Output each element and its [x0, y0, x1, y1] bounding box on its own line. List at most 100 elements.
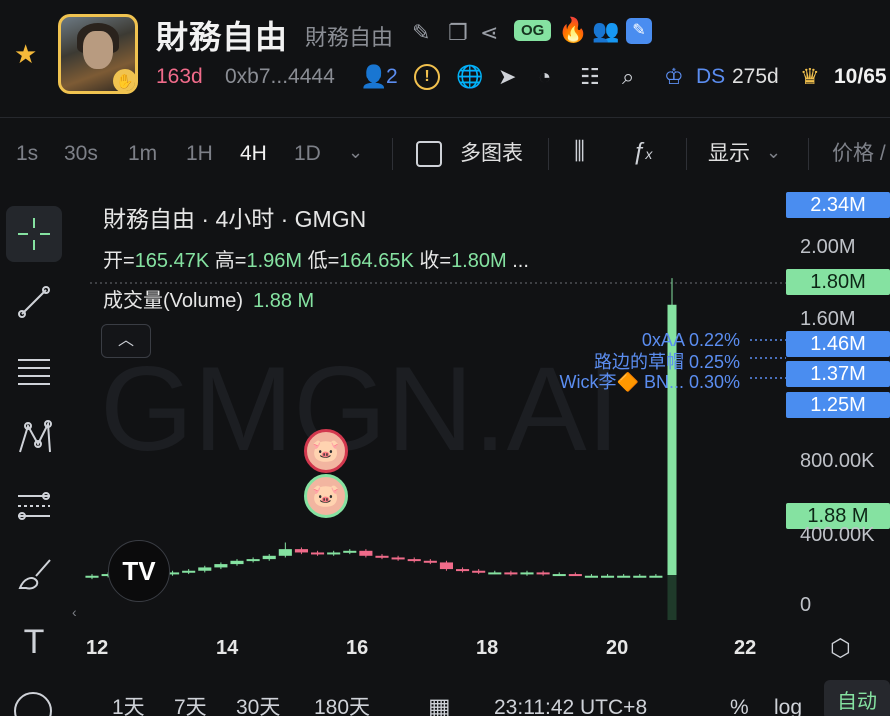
range-7d[interactable]: 7天 [174, 694, 207, 716]
toolbar-divider [392, 138, 393, 170]
hand-badge-icon: ✋ [113, 69, 135, 91]
x-tick: 18 [476, 637, 499, 659]
timeframe-4h[interactable]: 4H [240, 140, 267, 168]
edit-info-icon[interactable]: ✎ [626, 18, 652, 44]
og-badge: OG [514, 20, 552, 41]
candle [182, 570, 196, 573]
low-value: 164.65K [339, 250, 414, 272]
telegram-icon[interactable]: ➤ [498, 62, 516, 92]
analytics-icon[interactable]: ◔ [538, 62, 551, 92]
price-label-annotation: 1.46M [786, 331, 890, 357]
x-tick: 16 [346, 637, 369, 659]
multi-chart-label[interactable]: 多图表 [460, 140, 523, 168]
candle [407, 559, 421, 562]
timeframe-dropdown-icon[interactable]: ⌄ [348, 142, 363, 163]
copy-icon[interactable]: ❐ [448, 20, 468, 46]
chef-hat-icon: ♔ [664, 64, 684, 89]
auto-scale-toggle[interactable]: 自动 [824, 680, 890, 716]
timeframe-1m[interactable]: 1m [128, 140, 157, 168]
price-label-current: 1.80M [786, 269, 890, 295]
token-name: 財務自由 [156, 19, 289, 55]
volume-value: 1.88 M [253, 290, 315, 312]
axis-tick: 400.00K [800, 524, 875, 546]
candle [520, 572, 534, 575]
candle [359, 550, 373, 556]
candle [278, 549, 292, 556]
watermark: GMGN.AI [100, 342, 620, 476]
candle [198, 567, 212, 571]
candle [294, 549, 308, 553]
percent-toggle[interactable]: % [730, 694, 749, 716]
x-tick: 20 [606, 637, 629, 659]
axis-tick: 1.60M [800, 308, 856, 330]
candle [85, 575, 99, 578]
x-tick: 22 [734, 637, 757, 659]
axis-tick: 0 [800, 594, 812, 616]
website-icon[interactable]: 🌐 [456, 62, 483, 92]
holders-count[interactable]: 2 [386, 62, 398, 92]
comments-icon[interactable]: ☷ [580, 62, 600, 92]
token-subname: 財務自由 [305, 25, 394, 50]
log-toggle[interactable]: log [774, 694, 802, 716]
candle [262, 555, 276, 560]
more-options-icon[interactable] [14, 692, 52, 716]
candle [456, 569, 470, 572]
date-range-icon[interactable]: ▦ [428, 694, 451, 716]
timeframe-1s[interactable]: 1s [16, 140, 38, 168]
candle-type-icon[interactable]: ⫼ [574, 138, 585, 166]
holders-icon: 👤 [360, 64, 388, 89]
header-divider [0, 117, 890, 118]
edit-icon[interactable]: ✎ [412, 20, 430, 46]
candle [472, 570, 486, 573]
collapse-legend-button[interactable]: ︿ [101, 324, 151, 358]
price-label-top: 2.34M [786, 192, 890, 218]
timeframe-1h[interactable]: 1H [186, 140, 213, 168]
volume-legend: 成交量(Volume) 1.88 M [103, 284, 314, 313]
multi-chart-checkbox[interactable] [416, 141, 442, 167]
timeframe-30s[interactable]: 30s [64, 140, 98, 168]
candle [391, 557, 405, 560]
legend-more[interactable]: ... [512, 250, 529, 272]
tradingview-logo[interactable]: TV [108, 540, 170, 602]
pig-marker-buy-icon[interactable]: 🐷 [304, 474, 348, 518]
dex-age: 275d [732, 65, 779, 88]
candle [617, 575, 631, 578]
share-icon[interactable]: ⋖ [480, 20, 498, 46]
indicators-icon[interactable]: ƒx [632, 138, 652, 166]
chart-clock[interactable]: 23:11:42 UTC+8 [494, 694, 647, 716]
top10-holders[interactable]: 10/65 [834, 62, 887, 92]
flame-icon: 🔥 [558, 17, 588, 44]
candle [439, 562, 453, 570]
range-1d[interactable]: 1天 [112, 694, 145, 716]
open-label: 开= [103, 250, 135, 272]
price-menu[interactable]: 价格 / [832, 140, 886, 168]
favorite-star-icon[interactable]: ★ [14, 40, 42, 68]
display-menu[interactable]: 显示 [708, 140, 750, 168]
chart-settings-icon[interactable]: ⬡ [830, 634, 851, 663]
candle [327, 552, 341, 555]
axis-tick: 2.00M [800, 236, 856, 258]
candle [230, 560, 244, 565]
search-icon[interactable]: ⌕ [622, 62, 634, 92]
volume-bar [667, 575, 677, 620]
display-dropdown-icon[interactable]: ⌄ [766, 142, 781, 163]
range-30d[interactable]: 30天 [236, 694, 280, 716]
contract-address[interactable]: 0xb7...4444 [225, 62, 335, 92]
holder-annotation[interactable]: Wick李🔶 BN... 0.30% [560, 368, 740, 394]
axis-tick: 800.00K [800, 450, 875, 472]
toolbar-divider [548, 138, 549, 170]
warning-icon[interactable]: ! [414, 64, 440, 90]
candle [246, 559, 260, 562]
community-icon[interactable]: 👥 [592, 18, 619, 44]
pig-marker-sell-icon[interactable]: 🐷 [304, 429, 348, 473]
range-180d[interactable]: 180天 [314, 694, 370, 716]
candle [601, 575, 615, 578]
volume-label: 成交量(Volume) [103, 290, 244, 312]
low-label: 低= [307, 250, 340, 272]
timeframe-1d[interactable]: 1D [294, 140, 321, 168]
candle [343, 550, 357, 553]
candle [633, 575, 647, 578]
toolbar-divider [686, 138, 687, 170]
dex-label[interactable]: DS [696, 62, 725, 92]
ohlc-legend: 开=165.47K 高=1.96M 低=164.65K 收=1.80M ... [103, 244, 529, 273]
